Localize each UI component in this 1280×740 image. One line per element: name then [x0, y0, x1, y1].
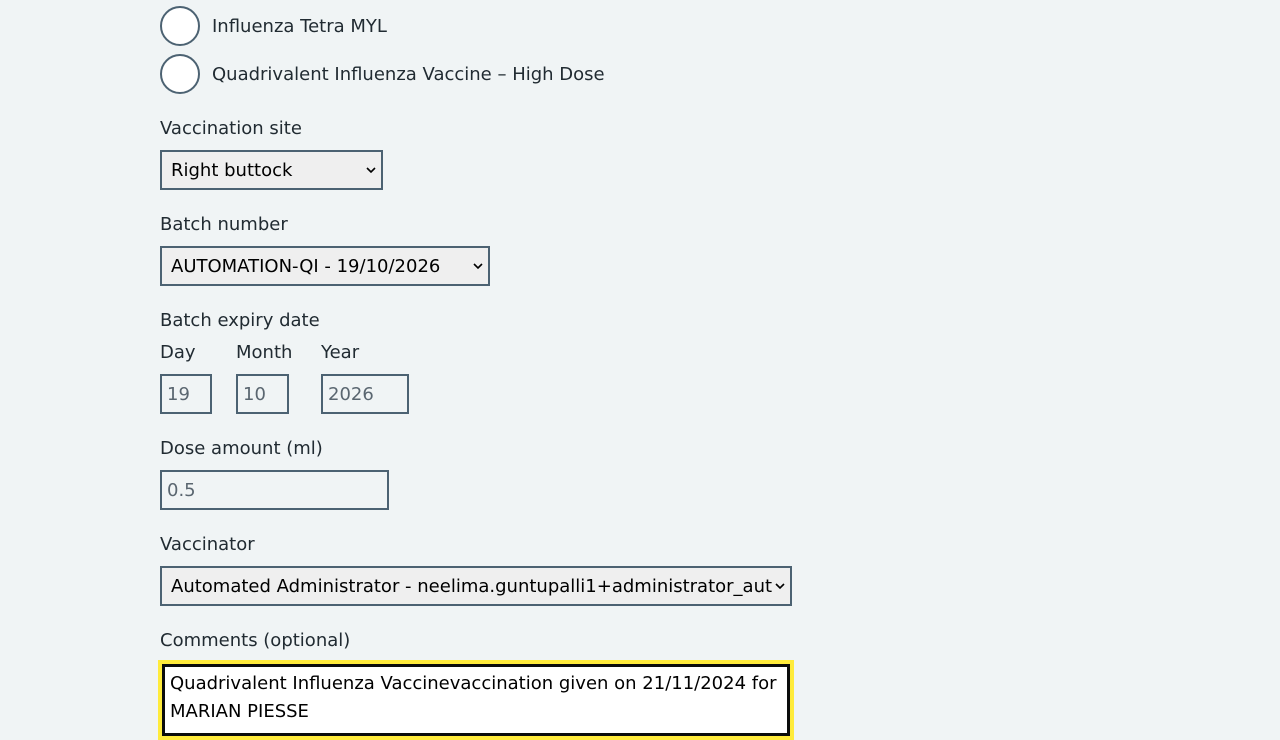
- radio-button[interactable]: [160, 54, 200, 94]
- dose-amount-label: Dose amount (ml): [160, 438, 323, 459]
- expiry-year-label: Year: [321, 342, 360, 363]
- expiry-day-label: Day: [160, 342, 196, 363]
- expiry-year-input[interactable]: 2026: [321, 374, 409, 414]
- radio-label: Quadrivalent Influenza Vaccine – High Do…: [212, 63, 605, 85]
- vaccination-site-label: Vaccination site: [160, 118, 302, 139]
- chevron-down-icon: [775, 583, 785, 590]
- dose-amount-input[interactable]: 0.5: [160, 470, 389, 510]
- chevron-down-icon: [366, 167, 376, 174]
- radio-label: Influenza Tetra MYL: [212, 15, 387, 37]
- radio-button[interactable]: [160, 6, 200, 46]
- expiry-month-label: Month: [236, 342, 293, 363]
- radio-option-quadrivalent-high-dose[interactable]: Quadrivalent Influenza Vaccine – High Do…: [160, 54, 605, 94]
- chevron-down-icon: [473, 263, 483, 270]
- batch-expiry-label: Batch expiry date: [160, 310, 320, 331]
- comments-textarea[interactable]: Quadrivalent Influenza Vaccinevaccinatio…: [162, 664, 790, 736]
- vaccination-site-select[interactable]: Right buttock: [160, 150, 383, 190]
- batch-number-value: AUTOMATION-QI - 19/10/2026: [171, 255, 441, 277]
- vaccinator-label: Vaccinator: [160, 534, 255, 555]
- radio-option-influenza-tetra-myl[interactable]: Influenza Tetra MYL: [160, 6, 387, 46]
- comments-textarea-focus-ring: Quadrivalent Influenza Vaccinevaccinatio…: [158, 660, 794, 740]
- vaccinator-select[interactable]: Automated Administrator - neelima.guntup…: [160, 566, 792, 606]
- vaccination-site-value: Right buttock: [171, 159, 293, 181]
- batch-number-label: Batch number: [160, 214, 288, 235]
- vaccinator-value: Automated Administrator - neelima.guntup…: [171, 575, 773, 597]
- expiry-day-input[interactable]: 19: [160, 374, 212, 414]
- batch-number-select[interactable]: AUTOMATION-QI - 19/10/2026: [160, 246, 490, 286]
- comments-label: Comments (optional): [160, 630, 351, 651]
- expiry-month-input[interactable]: 10: [236, 374, 289, 414]
